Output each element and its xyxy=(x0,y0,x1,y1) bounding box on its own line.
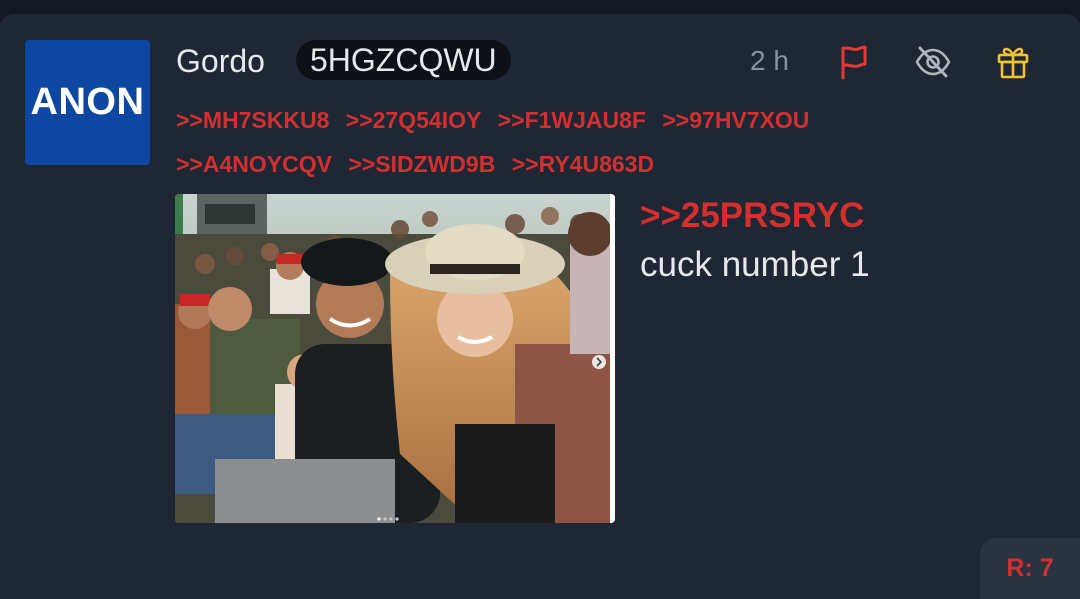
reply-link[interactable]: >>97HV7XOU xyxy=(662,107,809,133)
quote-link[interactable]: >>25PRSRYC xyxy=(640,196,864,236)
message-text: cuck number 1 xyxy=(640,245,870,284)
post-image[interactable] xyxy=(175,194,615,523)
reply-count-button[interactable]: R: 7 xyxy=(980,538,1080,599)
flag-icon xyxy=(841,45,867,80)
award-button[interactable] xyxy=(993,42,1033,82)
reply-link[interactable]: >>MH7SKKU8 xyxy=(176,107,329,133)
reply-link[interactable]: >>F1WJAU8F xyxy=(498,107,646,133)
reply-link[interactable]: >>SIDZWD9B xyxy=(348,151,495,177)
avatar-text: ANON xyxy=(30,81,145,123)
reply-link[interactable]: >>27Q54IOY xyxy=(346,107,482,133)
hide-button[interactable] xyxy=(913,42,953,82)
top-strip xyxy=(0,0,1080,14)
reply-link[interactable]: >>A4NOYCQV xyxy=(176,151,332,177)
timestamp: 2 h xyxy=(750,45,789,76)
gift-icon xyxy=(997,47,1029,79)
reply-count-label: R: 7 xyxy=(1006,554,1054,582)
username[interactable]: Gordo xyxy=(176,42,265,80)
reply-link[interactable]: >>RY4U863D xyxy=(512,151,654,177)
photo-illustration xyxy=(175,194,615,523)
reply-links: >>MH7SKKU8 >>27Q54IOY >>F1WJAU8F >>97HV7… xyxy=(176,98,936,186)
report-button[interactable] xyxy=(833,42,873,82)
post-id-badge[interactable]: 5HGZCQWU xyxy=(296,40,511,80)
eye-off-icon xyxy=(915,46,951,78)
avatar[interactable]: ANON xyxy=(25,40,150,165)
